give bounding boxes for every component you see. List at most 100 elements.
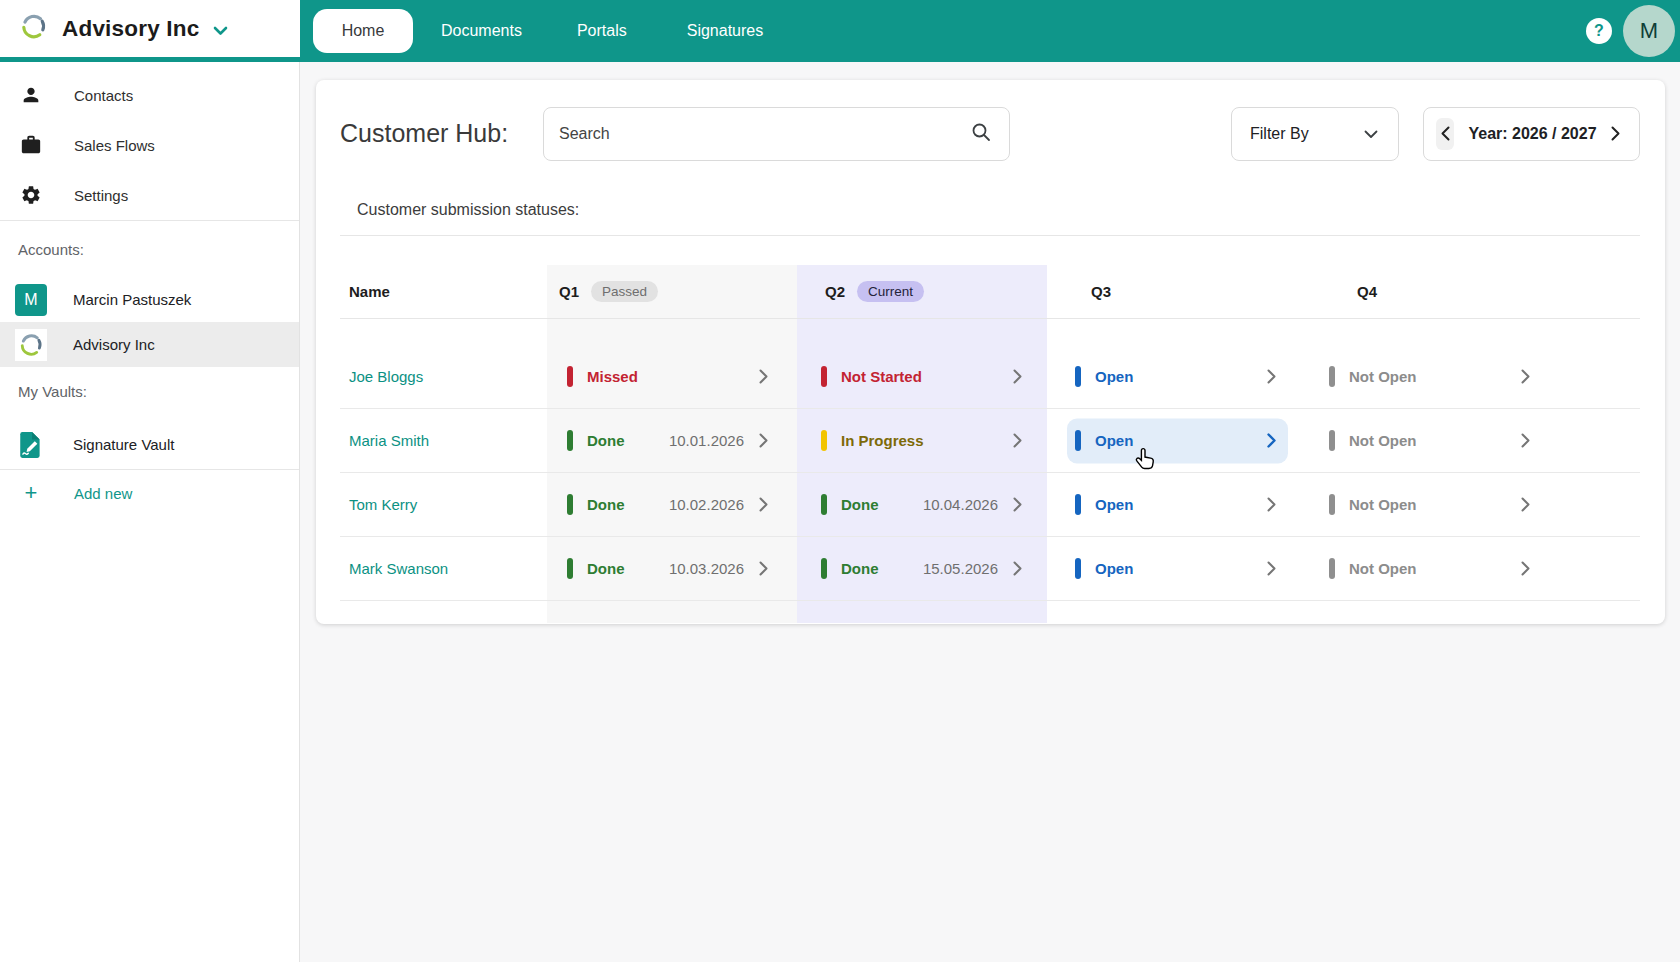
q3-status-cell[interactable]: Open xyxy=(1047,537,1297,600)
vault-item-signature[interactable]: Signature Vault xyxy=(0,422,299,467)
column-header-label: Name xyxy=(349,283,390,300)
search-input[interactable] xyxy=(559,125,970,143)
table-row: Joe Bloggs Missed Not Started Open Not Open xyxy=(340,319,1640,409)
status-label: Not Open xyxy=(1349,368,1417,385)
customer-name-link[interactable]: Mark Swanson xyxy=(340,537,547,600)
chevron-right-icon[interactable] xyxy=(758,432,769,449)
sidebar-label: Sales Flows xyxy=(74,137,155,154)
account-item-marcin[interactable]: M Marcin Pastuszek xyxy=(0,277,299,322)
status-bar-icon xyxy=(1329,494,1335,515)
sidebar-item-contacts[interactable]: Contacts xyxy=(0,70,299,120)
q2-status-cell[interactable]: In Progress xyxy=(797,409,1047,472)
status-date: 10.03.2026 xyxy=(669,560,744,577)
status-label: Open xyxy=(1095,368,1133,385)
user-avatar[interactable]: M xyxy=(1623,5,1675,57)
column-header-label: Q1 xyxy=(559,283,579,300)
vault-label: Signature Vault xyxy=(73,436,174,453)
chevron-right-icon[interactable] xyxy=(758,496,769,513)
status-date: 10.02.2026 xyxy=(669,496,744,513)
q3-status-cell[interactable]: Open xyxy=(1047,409,1297,472)
chevron-right-icon[interactable] xyxy=(1012,496,1023,513)
status-bar-icon xyxy=(1075,494,1081,515)
q3-status-cell[interactable]: Open xyxy=(1047,345,1297,408)
customer-name-link[interactable]: Joe Bloggs xyxy=(340,345,547,408)
accounts-section-label: Accounts: xyxy=(0,239,299,259)
vaults-section-label: My Vaults: xyxy=(0,381,299,401)
q4-status-cell[interactable]: Not Open xyxy=(1297,537,1547,600)
q1-status-cell[interactable]: Done 10.03.2026 xyxy=(547,537,797,600)
status-bar-icon xyxy=(567,494,573,515)
search-icon[interactable] xyxy=(970,121,992,147)
status-bar-icon xyxy=(1075,430,1081,451)
brand-chevron-down-icon[interactable] xyxy=(213,22,228,40)
q2-status-cell[interactable]: Done15.05.2026 xyxy=(797,537,1047,600)
status-label: In Progress xyxy=(841,432,924,449)
customer-name-link[interactable]: Maria Smith xyxy=(340,409,547,472)
chevron-right-icon[interactable] xyxy=(1520,368,1531,385)
sidebar-item-settings[interactable]: Settings xyxy=(0,170,299,220)
q2-status-cell[interactable]: Done10.04.2026 xyxy=(797,473,1047,536)
chevron-right-icon[interactable] xyxy=(1266,560,1277,577)
status-date: 15.05.2026 xyxy=(923,560,998,577)
q3-status-cell[interactable]: Open xyxy=(1047,473,1297,536)
next-year-button[interactable] xyxy=(1607,118,1625,150)
brand-name: Advisory Inc xyxy=(62,16,199,42)
q2-status-cell[interactable]: Not Started xyxy=(797,345,1047,408)
status-bar-icon xyxy=(567,430,573,451)
prev-year-button[interactable] xyxy=(1436,118,1454,150)
customer-name-link[interactable]: Tom Kerry xyxy=(340,473,547,536)
q4-status-cell[interactable]: Not Open xyxy=(1297,345,1547,408)
status-bar-icon xyxy=(821,558,827,579)
table-row: Maria SmithDone10.01.2026 In Progress Open… xyxy=(340,409,1640,473)
sidebar-item-sales-flows[interactable]: Sales Flows xyxy=(0,120,299,170)
q4-status-cell[interactable]: Not Open xyxy=(1297,409,1547,472)
status-bar-icon xyxy=(1075,558,1081,579)
briefcase-icon xyxy=(19,133,43,157)
account-logo xyxy=(15,329,47,361)
status-bar-icon xyxy=(1329,366,1335,387)
chevron-right-icon[interactable] xyxy=(1012,368,1023,385)
status-label: Done xyxy=(587,560,625,577)
gear-icon xyxy=(19,183,43,207)
chevron-right-icon[interactable] xyxy=(1266,368,1277,385)
quarter-badge-current: Current xyxy=(857,281,924,302)
search-box[interactable] xyxy=(543,107,1010,161)
chevron-right-icon[interactable] xyxy=(1012,432,1023,449)
column-header-label: Q2 xyxy=(825,283,845,300)
chevron-right-icon[interactable] xyxy=(758,560,769,577)
status-bar-icon xyxy=(821,366,827,387)
account-item-advisory[interactable]: Advisory Inc xyxy=(0,322,299,367)
status-bar-icon xyxy=(821,494,827,515)
chevron-right-icon[interactable] xyxy=(1520,496,1531,513)
status-label: Open xyxy=(1095,496,1133,513)
status-label: Not Open xyxy=(1349,496,1417,513)
q1-status-cell[interactable]: Done10.01.2026 xyxy=(547,409,797,472)
add-new-label: Add new xyxy=(74,485,132,502)
add-new-button[interactable]: + Add new xyxy=(0,470,299,516)
brand-logo xyxy=(18,11,49,46)
tab-signatures[interactable]: Signatures xyxy=(687,22,764,40)
chevron-right-icon[interactable] xyxy=(1266,432,1277,449)
column-header-name: Name xyxy=(340,265,547,318)
status-label: Done xyxy=(587,496,625,513)
top-bar: Advisory Inc Home Documents Portals Sign… xyxy=(0,0,1680,62)
app-bar: Home Documents Portals Signatures ? M xyxy=(300,0,1680,62)
chevron-right-icon[interactable] xyxy=(1266,496,1277,513)
filter-by-dropdown[interactable]: Filter By xyxy=(1231,107,1399,161)
status-label: Open xyxy=(1095,432,1133,449)
help-icon[interactable]: ? xyxy=(1586,18,1612,44)
q1-status-cell[interactable]: Done 10.02.2026 xyxy=(547,473,797,536)
tab-documents[interactable]: Documents xyxy=(441,22,522,40)
tab-home[interactable]: Home xyxy=(313,9,413,53)
q1-status-cell[interactable]: Missed xyxy=(547,345,797,408)
tab-portals[interactable]: Portals xyxy=(577,22,627,40)
person-icon xyxy=(19,83,43,107)
status-label: Missed xyxy=(587,368,638,385)
chevron-right-icon[interactable] xyxy=(1520,560,1531,577)
chevron-right-icon[interactable] xyxy=(1012,560,1023,577)
status-label: Not Started xyxy=(841,368,922,385)
chevron-right-icon[interactable] xyxy=(758,368,769,385)
chevron-right-icon[interactable] xyxy=(1520,432,1531,449)
q4-status-cell[interactable]: Not Open xyxy=(1297,473,1547,536)
year-selector: Year: 2026 / 2027 xyxy=(1423,107,1640,161)
